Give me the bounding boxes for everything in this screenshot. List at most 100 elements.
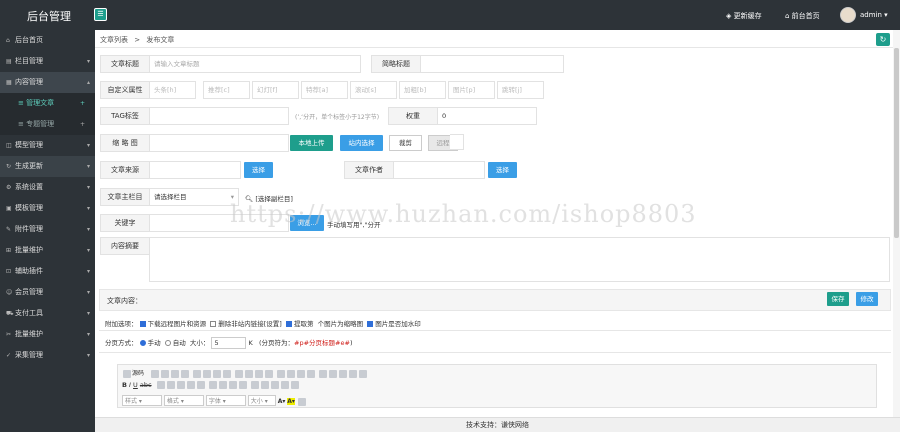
underline-icon[interactable]: U <box>133 381 138 389</box>
paste-text-icon[interactable] <box>222 369 231 378</box>
image-icon[interactable] <box>296 369 305 378</box>
content-edit-button[interactable]: 修改 <box>856 292 878 306</box>
indent-icon[interactable] <box>186 381 195 389</box>
opt-settings-link[interactable]: [设置] <box>264 320 282 328</box>
opt-extract-checkbox[interactable] <box>285 321 292 327</box>
sidebar-subitem-topics[interactable]: ≡ 专题管理 + <box>0 114 95 135</box>
frontend-home-link[interactable]: ⌂ 前台首页 <box>785 11 820 21</box>
strike-icon[interactable]: abc <box>140 381 152 389</box>
font-select[interactable]: 字体 ▾ <box>205 395 246 406</box>
size-select[interactable]: 大小 ▾ <box>247 395 276 406</box>
sidebar-item-batch[interactable]: ⊞ 批量维护 ▾ <box>0 240 95 261</box>
page-size-input[interactable]: 5 <box>211 337 247 349</box>
upload-button[interactable]: 本地上传 <box>290 135 333 151</box>
cut-icon[interactable] <box>192 369 201 378</box>
menu-toggle-icon[interactable]: ☰ <box>94 8 107 21</box>
sidebar-item-plugins[interactable]: ⊡ 辅助插件 ▾ <box>0 261 95 282</box>
paging-auto-radio[interactable] <box>164 340 171 346</box>
source-input[interactable] <box>149 161 241 179</box>
undo-icon[interactable] <box>234 369 243 378</box>
source-select-button[interactable]: 选择 <box>244 162 273 178</box>
format-select[interactable]: 格式 ▾ <box>163 395 204 406</box>
attr-checkbox-c[interactable]: 推荐[c] <box>203 81 250 99</box>
sidebar-item-attachments[interactable]: ✎ 附件管理 ▾ <box>0 219 95 240</box>
breadcrumb-articles[interactable]: 文章列表 <box>100 36 128 44</box>
sidebar-item-members[interactable]: ☺ 会员管理 ▾ <box>0 282 95 303</box>
thumb-input[interactable] <box>149 134 289 152</box>
smiley-icon[interactable] <box>338 369 347 378</box>
attr-checkbox-b[interactable]: 加粗[b] <box>399 81 446 99</box>
sidebar-subitem-articles[interactable]: ≡ 管理文章 + <box>0 93 95 114</box>
short-title-input[interactable] <box>420 55 564 73</box>
title-input[interactable]: 请输入文章标题 <box>149 55 361 73</box>
save-icon[interactable] <box>150 369 159 378</box>
sidebar-item-templates[interactable]: ▣ 模板管理 ▾ <box>0 198 95 219</box>
outdent-icon[interactable] <box>176 381 185 389</box>
opt-remove-links-checkbox[interactable] <box>210 321 217 327</box>
sidebar-item-settings[interactable]: ⚙ 系统设置 ▾ <box>0 177 95 198</box>
align-center-icon[interactable] <box>218 381 227 389</box>
attr-checkbox-p[interactable]: 图片[p] <box>448 81 495 99</box>
attr-checkbox-f[interactable]: 幻灯[f] <box>252 81 299 99</box>
sidebar-item-content[interactable]: ▦ 内容管理 ▴ <box>0 72 95 93</box>
flash-icon[interactable] <box>306 369 315 378</box>
bg-color-icon[interactable]: A▾ <box>287 398 295 405</box>
sidebar-item-maintenance[interactable]: ✂ 批量维护 ▾ <box>0 324 95 345</box>
content-save-button[interactable]: 保存 <box>827 292 849 306</box>
remove-format-icon[interactable] <box>286 369 295 378</box>
blockquote-icon[interactable] <box>196 381 205 389</box>
text-color-icon[interactable]: A▾ <box>278 398 286 405</box>
source-icon[interactable] <box>123 369 131 378</box>
preview-icon[interactable] <box>170 369 179 378</box>
special-char-icon[interactable] <box>348 369 357 378</box>
code-icon[interactable] <box>280 381 289 389</box>
column-select[interactable]: 请选择栏目 ▾ <box>149 188 239 206</box>
page-scrollbar[interactable] <box>893 30 900 417</box>
sidebar-item-home[interactable]: ⌂ 后台首页 <box>0 30 95 51</box>
sidebar-item-collect[interactable]: ✓ 采集管理 ▾ <box>0 345 95 366</box>
align-left-icon[interactable] <box>208 381 217 389</box>
sidebar-item-generate[interactable]: ↻ 生成更新 ▾ <box>0 156 95 177</box>
align-justify-icon[interactable] <box>238 381 247 389</box>
style-select[interactable]: 样式 ▾ <box>122 395 162 406</box>
print-icon[interactable] <box>180 369 189 378</box>
unlink-icon[interactable] <box>260 381 269 389</box>
link-icon[interactable] <box>250 381 259 389</box>
update-cache-link[interactable]: ◈ 更新缓存 <box>726 11 762 21</box>
summary-textarea[interactable] <box>149 237 890 282</box>
italic-icon[interactable]: I <box>129 381 131 389</box>
sidebar-item-payment[interactable]: ⛟支付工具 ▾ <box>0 303 95 324</box>
author-select-button[interactable]: 选择 <box>488 162 517 178</box>
bullet-list-icon[interactable] <box>166 381 175 389</box>
bold-icon[interactable]: B <box>122 381 127 389</box>
remote-checkbox[interactable] <box>450 134 464 150</box>
attr-checkbox-h[interactable]: 头条[h] <box>149 81 196 99</box>
table-icon[interactable] <box>318 369 327 378</box>
sidebar-item-columns[interactable]: ▤ 栏目管理 ▾ <box>0 51 95 72</box>
user-menu[interactable]: admin ▾ <box>860 11 888 19</box>
attr-checkbox-j[interactable]: 跳转[j] <box>497 81 544 99</box>
ordered-list-icon[interactable] <box>156 381 165 389</box>
refresh-icon[interactable]: ↻ <box>876 33 890 46</box>
attr-checkbox-a[interactable]: 特荐[a] <box>301 81 348 99</box>
crop-button[interactable]: 裁剪 <box>389 135 422 151</box>
paste-icon[interactable] <box>212 369 221 378</box>
copy-icon[interactable] <box>202 369 211 378</box>
opt-watermark-checkbox[interactable] <box>367 321 374 327</box>
newpage-icon[interactable] <box>160 369 169 378</box>
weight-input[interactable]: 0 <box>437 107 537 125</box>
attr-checkbox-s[interactable]: 滚动[s] <box>350 81 397 99</box>
hr-icon[interactable] <box>328 369 337 378</box>
anchor-icon[interactable] <box>270 381 279 389</box>
fullscreen-icon[interactable] <box>297 397 306 406</box>
sidebar-item-models[interactable]: ◫ 模型管理 ▾ <box>0 135 95 156</box>
paging-manual-radio[interactable] <box>139 340 146 346</box>
author-input[interactable] <box>393 161 485 179</box>
maximize-icon[interactable] <box>358 369 367 378</box>
replace-icon[interactable] <box>264 369 273 378</box>
avatar[interactable] <box>840 7 856 23</box>
select-all-icon[interactable] <box>276 369 285 378</box>
align-right-icon[interactable] <box>228 381 237 389</box>
redo-icon[interactable] <box>244 369 253 378</box>
opt-download-checkbox[interactable] <box>139 321 146 327</box>
